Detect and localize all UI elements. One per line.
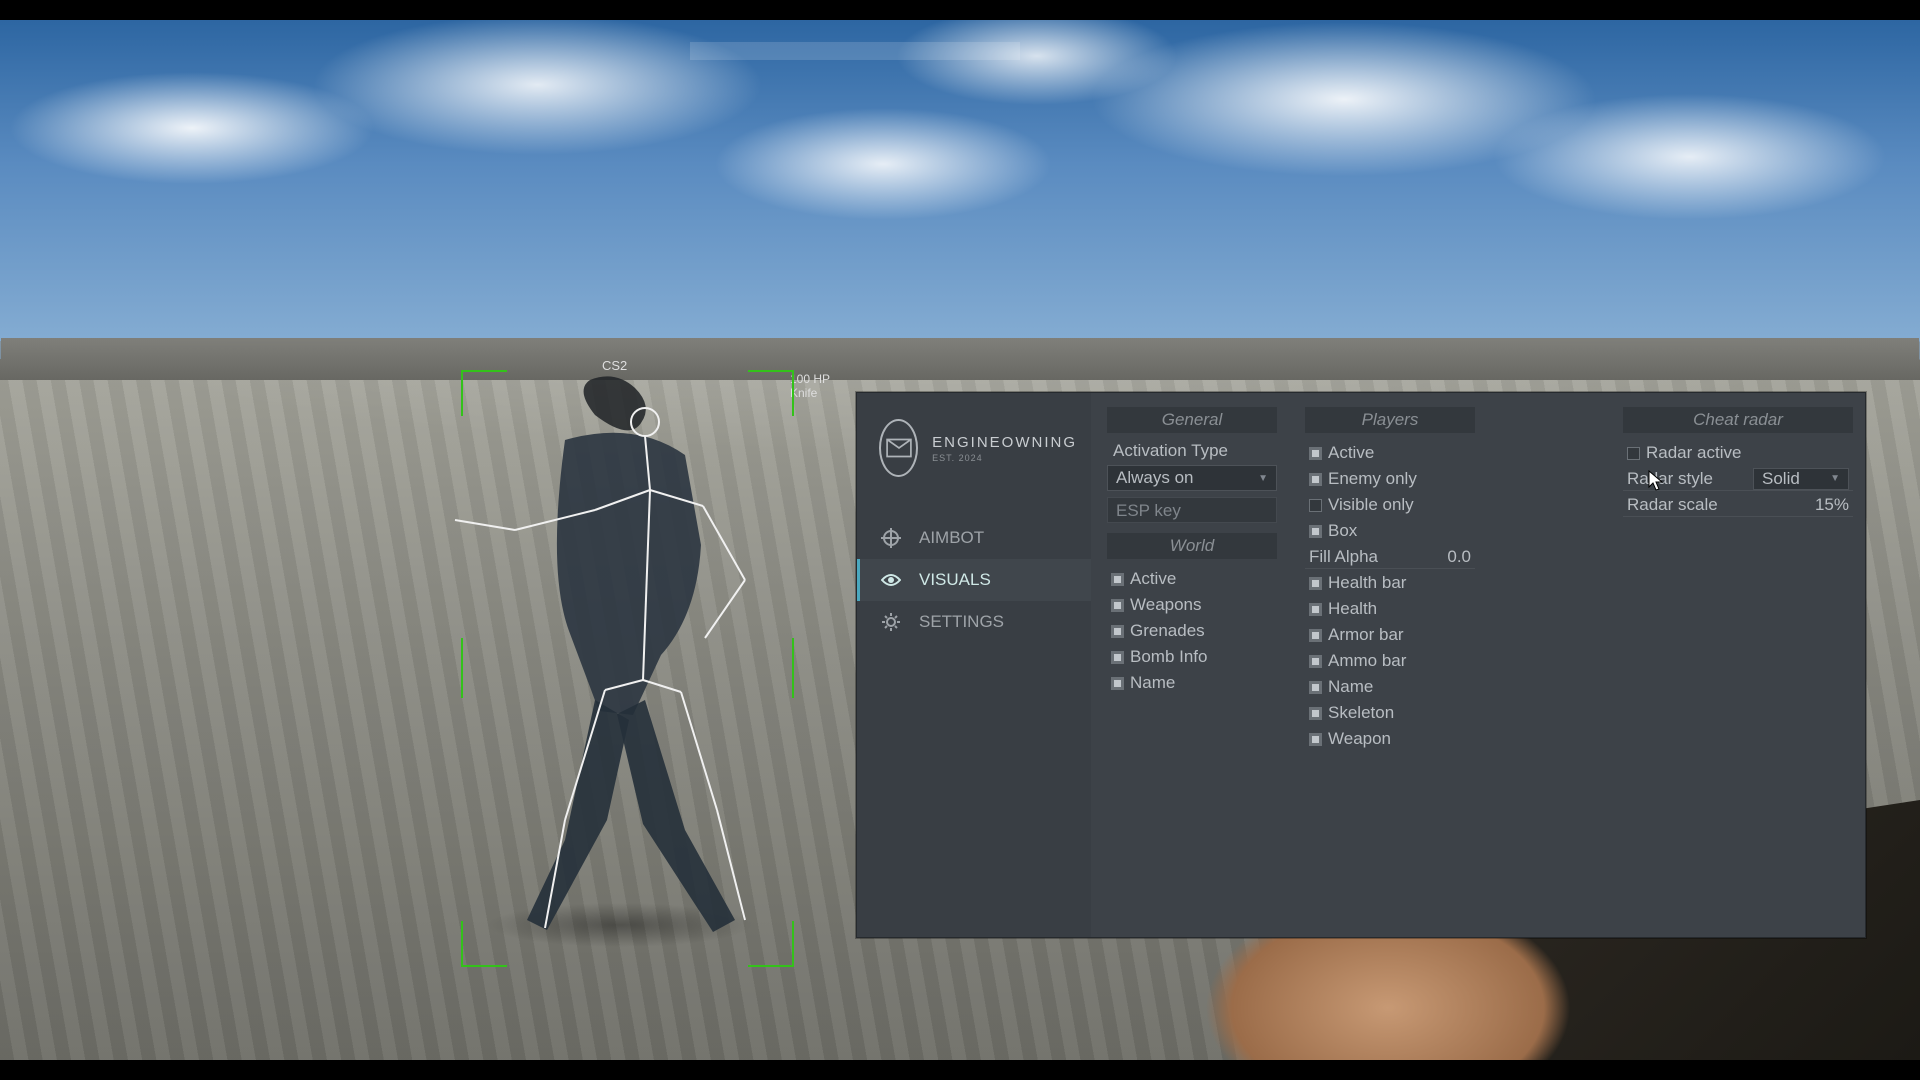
nav-aimbot-label: AIMBOT	[919, 528, 984, 548]
radar-scale-value: 15%	[1815, 495, 1849, 515]
fill-alpha-value: 0.0	[1447, 547, 1471, 567]
radar-active-checkbox[interactable]: Radar active	[1623, 441, 1853, 465]
game-scene: CS2 100 HP Knife	[0, 20, 1920, 1060]
esp-key-label: ESP key	[1116, 501, 1181, 520]
esp-key-input[interactable]: ESP key	[1107, 497, 1277, 523]
brand-logo: ENGINEOWNING EST. 2024	[879, 419, 1077, 477]
world-active-checkbox[interactable]: Active	[1107, 567, 1277, 591]
crosshair-icon	[881, 528, 901, 548]
sky	[0, 20, 1920, 380]
sidebar: ENGINEOWNING EST. 2024 AIMBOT VISUALS SE…	[857, 393, 1091, 937]
chevron-down-icon: ▼	[1830, 473, 1840, 484]
nav-settings-label: SETTINGS	[919, 612, 1004, 632]
activation-type-label: Activation Type	[1107, 439, 1277, 463]
nav-visuals-label: VISUALS	[919, 570, 991, 590]
players-health-checkbox[interactable]: Health	[1305, 597, 1475, 621]
players-ammo-bar-checkbox[interactable]: Ammo bar	[1305, 649, 1475, 673]
activation-type-value: Always on	[1116, 468, 1193, 488]
brand-name: ENGINEOWNING	[932, 434, 1077, 451]
player-skeleton	[445, 380, 805, 960]
top-faint-bar	[690, 42, 1020, 60]
players-skeleton-checkbox[interactable]: Skeleton	[1305, 701, 1475, 725]
players-box-checkbox[interactable]: Box	[1305, 519, 1475, 543]
radar-style-value: Solid	[1762, 469, 1800, 489]
eye-icon	[881, 570, 901, 590]
cheat-menu[interactable]: ENGINEOWNING EST. 2024 AIMBOT VISUALS SE…	[856, 392, 1866, 938]
column-players: Players Active Enemy only Visible only B…	[1305, 407, 1475, 751]
world-bomb-info-checkbox[interactable]: Bomb Info	[1107, 645, 1277, 669]
nav-aimbot[interactable]: AIMBOT	[871, 517, 1077, 559]
nav-settings[interactable]: SETTINGS	[871, 601, 1077, 643]
radar-style-label: Radar style	[1627, 469, 1713, 489]
players-health-bar-checkbox[interactable]: Health bar	[1305, 571, 1475, 595]
section-players-title: Players	[1305, 407, 1475, 433]
world-name-checkbox[interactable]: Name	[1107, 671, 1277, 695]
section-world-title: World	[1107, 533, 1277, 559]
fill-alpha-row[interactable]: Fill Alpha 0.0	[1305, 545, 1475, 569]
letterbox: CS2 100 HP Knife	[0, 0, 1920, 1080]
radar-scale-label: Radar scale	[1627, 495, 1718, 515]
section-radar-title: Cheat radar	[1623, 407, 1853, 433]
players-armor-bar-checkbox[interactable]: Armor bar	[1305, 623, 1475, 647]
players-enemy-only-checkbox[interactable]: Enemy only	[1305, 467, 1475, 491]
radar-scale-row[interactable]: Radar scale 15%	[1623, 493, 1853, 517]
brand-sub: EST. 2024	[932, 453, 1077, 463]
column-general: General Activation Type Always on ▼ ESP …	[1107, 407, 1277, 695]
radar-style-row[interactable]: Radar style Solid ▼	[1623, 467, 1853, 491]
players-name-checkbox[interactable]: Name	[1305, 675, 1475, 699]
players-active-checkbox[interactable]: Active	[1305, 441, 1475, 465]
section-general-title: General	[1107, 407, 1277, 433]
esp-player-name: CS2	[602, 358, 627, 373]
column-radar: Cheat radar Radar active Radar style Sol…	[1623, 407, 1853, 517]
chevron-down-icon: ▼	[1258, 473, 1268, 484]
world-weapons-checkbox[interactable]: Weapons	[1107, 593, 1277, 617]
players-weapon-checkbox[interactable]: Weapon	[1305, 727, 1475, 751]
gear-icon	[881, 612, 901, 632]
logo-icon	[879, 419, 918, 477]
nav-visuals[interactable]: VISUALS	[857, 559, 1091, 601]
fill-alpha-label: Fill Alpha	[1309, 547, 1378, 567]
world-grenades-checkbox[interactable]: Grenades	[1107, 619, 1277, 643]
players-visible-only-checkbox[interactable]: Visible only	[1305, 493, 1475, 517]
activation-type-dropdown[interactable]: Always on ▼	[1107, 465, 1277, 491]
